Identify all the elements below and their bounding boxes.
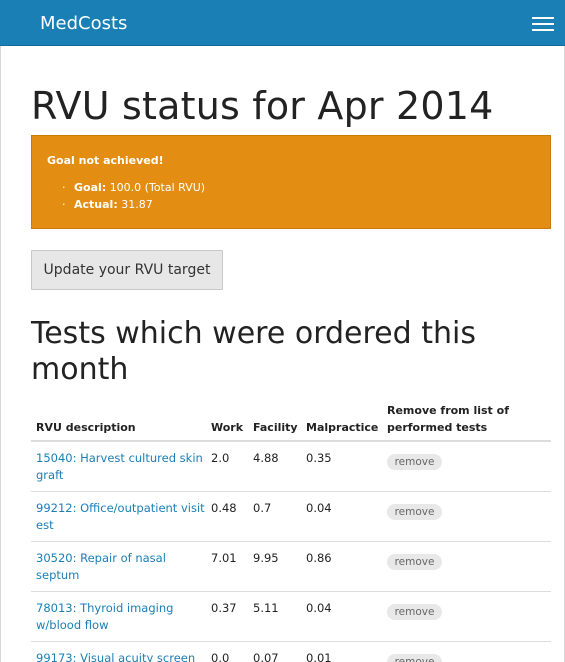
- remove-button[interactable]: remove: [387, 554, 442, 570]
- rvu-description-link[interactable]: 30520: Repair of nasal septum: [36, 550, 206, 584]
- facility-value: 4.88: [253, 451, 279, 465]
- work-value: 7.01: [211, 551, 237, 565]
- facility-value: 9.95: [253, 551, 279, 565]
- remove-button[interactable]: remove: [387, 604, 442, 620]
- table-row: 99212: Office/outpatient visit est 0.48 …: [31, 492, 551, 542]
- remove-button[interactable]: remove: [387, 504, 442, 520]
- navbar: MedCosts: [0, 0, 565, 46]
- work-value: 0.0: [211, 651, 230, 662]
- malpractice-value: 0.86: [306, 551, 332, 565]
- table-row: 15040: Harvest cultured skin graft 2.0 4…: [31, 442, 551, 492]
- section-title: Tests which were ordered this month: [31, 316, 476, 387]
- table-row: 30520: Repair of nasal septum 7.01 9.95 …: [31, 542, 551, 592]
- remove-button[interactable]: remove: [387, 454, 442, 470]
- rvu-description-link[interactable]: 15040: Harvest cultured skin graft: [36, 450, 206, 484]
- header-malpractice: Malpractice: [306, 421, 379, 434]
- hamburger-icon[interactable]: [532, 15, 556, 33]
- brand-logo[interactable]: MedCosts: [40, 13, 127, 34]
- header-remove: Remove from list of performed tests: [387, 404, 509, 434]
- facility-value: 5.11: [253, 601, 279, 615]
- update-rvu-target-button[interactable]: Update your RVU target: [31, 250, 223, 290]
- table-row: 99173: Visual acuity screen 0.0 0.07 0.0…: [31, 642, 551, 662]
- rvu-description-link[interactable]: 78013: Thyroid imaging w/blood flow: [36, 600, 206, 634]
- tests-table: RVU description Work Facility Malpractic…: [31, 400, 551, 662]
- malpractice-value: 0.01: [306, 651, 332, 662]
- table-header: RVU description Work Facility Malpractic…: [31, 400, 551, 442]
- header-facility: Facility: [253, 421, 298, 434]
- alert-item-goal: · Goal: 100.0 (Total RVU): [62, 181, 206, 194]
- bullet-icon: ·: [62, 198, 66, 211]
- page-title: RVU status for Apr 2014: [31, 84, 494, 128]
- alert-item-actual: · Actual: 31.87: [62, 198, 153, 211]
- work-value: 0.48: [211, 501, 237, 515]
- malpractice-value: 0.04: [306, 501, 332, 515]
- header-work: Work: [211, 421, 244, 434]
- rvu-description-link[interactable]: 99173: Visual acuity screen: [36, 650, 206, 662]
- header-description: RVU description: [36, 421, 136, 434]
- goal-alert: Goal not achieved! · Goal: 100.0 (Total R…: [31, 135, 551, 229]
- rvu-description-link[interactable]: 99212: Office/outpatient visit est: [36, 500, 206, 534]
- table-row: 78013: Thyroid imaging w/blood flow 0.37…: [31, 592, 551, 642]
- malpractice-value: 0.04: [306, 601, 332, 615]
- work-value: 0.37: [211, 601, 237, 615]
- left-border: [0, 46, 1, 662]
- alert-list: · Goal: 100.0 (Total RVU) · Actual: 31.87: [62, 181, 206, 215]
- facility-value: 0.07: [253, 651, 279, 662]
- facility-value: 0.7: [253, 501, 272, 515]
- bullet-icon: ·: [62, 181, 66, 194]
- malpractice-value: 0.35: [306, 451, 332, 465]
- remove-button[interactable]: remove: [387, 654, 442, 662]
- work-value: 2.0: [211, 451, 230, 465]
- alert-heading: Goal not achieved!: [47, 154, 164, 167]
